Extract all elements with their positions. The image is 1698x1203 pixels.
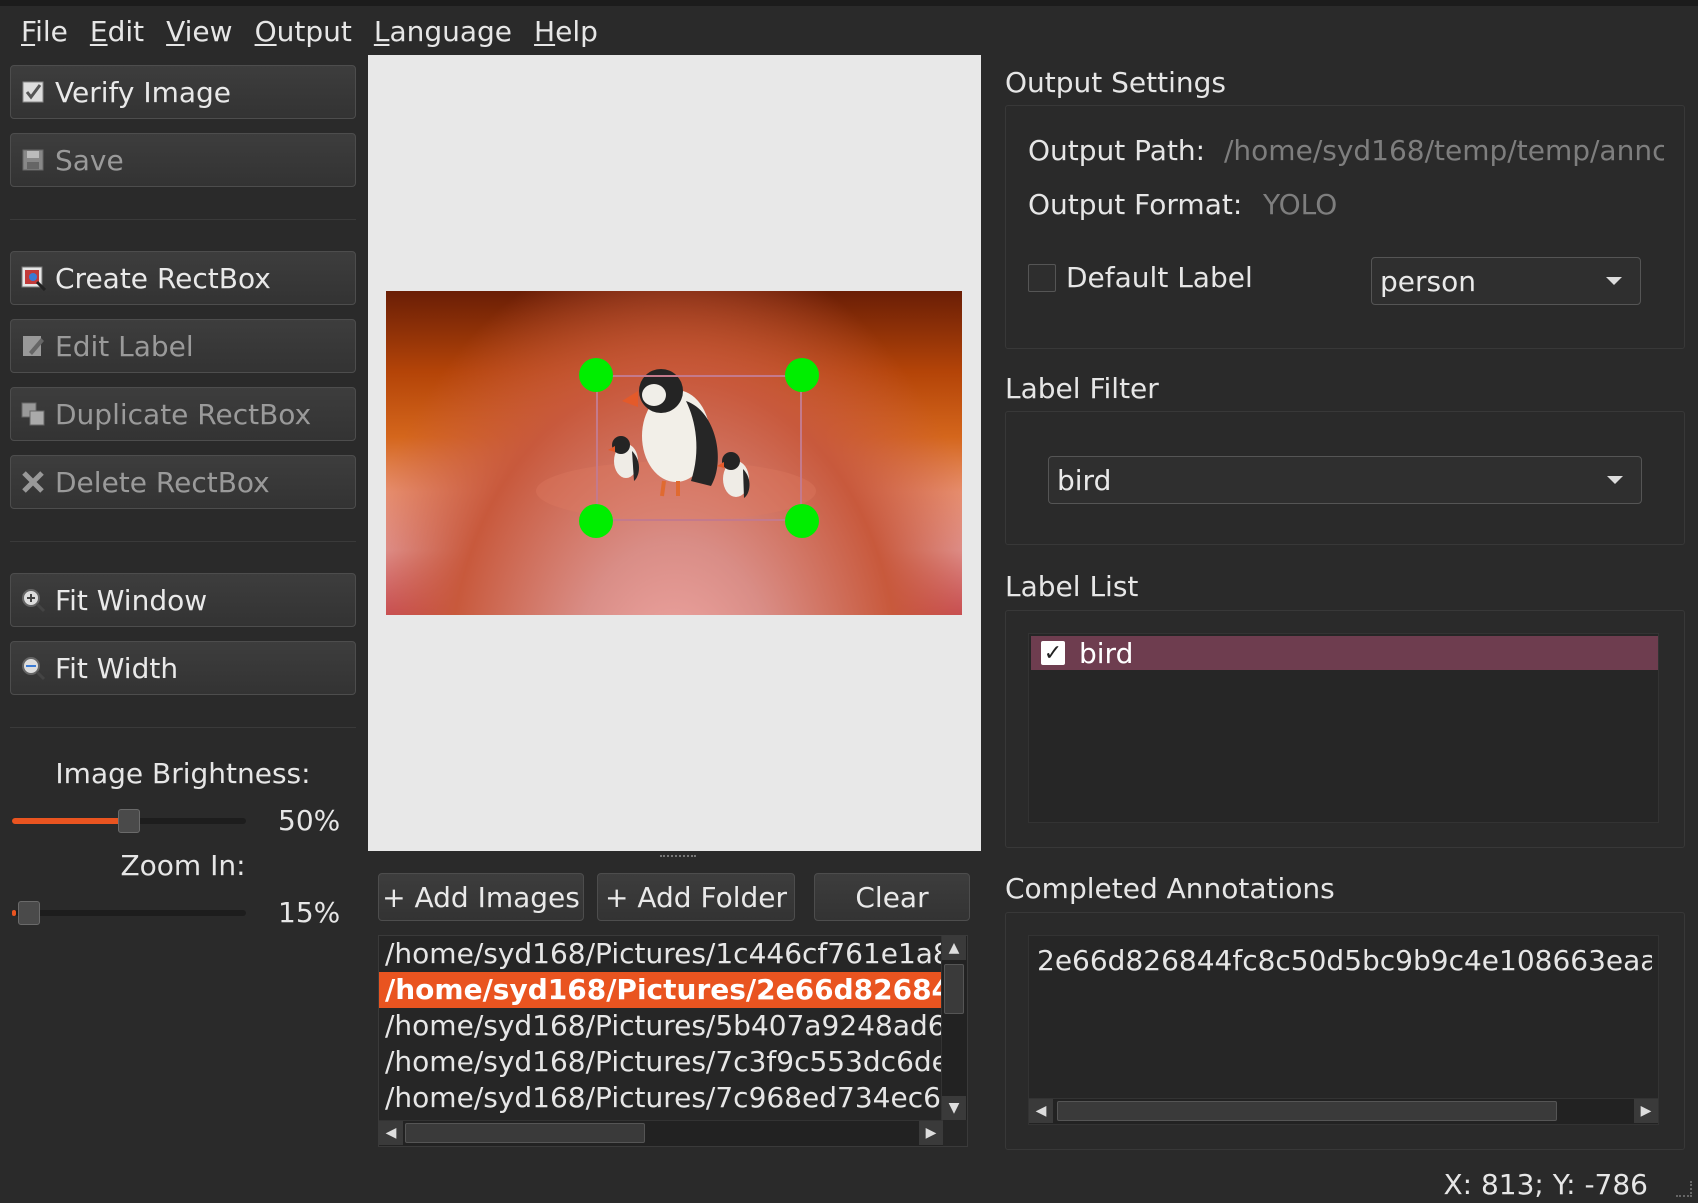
bbox-handle-bottom-left[interactable] [579,504,613,538]
zoom-value: 15% [278,896,341,929]
add-images-button[interactable]: + Add Images [378,873,584,921]
scroll-right-icon[interactable]: ▶ [919,1121,943,1145]
file-list-item[interactable]: /home/syd168/Pictures/7c3f9c553dc6de6 [379,1044,943,1080]
file-list: /home/syd168/Pictures/1c446cf761e1a8a /h… [378,935,968,1147]
menu-output[interactable]: Output [244,15,363,48]
menu-edit[interactable]: Edit [79,15,155,48]
horizontal-scroll-thumb[interactable] [1057,1101,1557,1121]
output-settings-title: Output Settings [1005,66,1227,99]
bbox-handle-top-right[interactable] [785,358,819,392]
clear-button[interactable]: Clear [814,873,970,921]
file-list-item[interactable]: /home/syd168/Pictures/5b407a9248ad6a [379,1008,943,1044]
completed-annotations-list: 2e66d826844fc8c50d5bc9b9c4e108663eaa9d ◀… [1028,935,1659,1125]
zoom-label: Zoom In: [120,849,246,882]
delete-x-icon [19,468,47,496]
zoom-slider[interactable] [12,910,246,916]
chevron-down-icon [1607,476,1623,484]
horizontal-scroll-thumb[interactable] [405,1123,645,1143]
menu-file[interactable]: File [10,15,79,48]
toolbar-separator [10,541,356,542]
bbox-handle-top-left[interactable] [579,358,613,392]
splitter-handle[interactable] [660,855,696,859]
default-label-text: Default Label [1066,261,1253,294]
brightness-label: Image Brightness: [55,757,311,790]
create-rect-icon [19,264,47,292]
duplicate-rectbox-button[interactable]: Duplicate RectBox [10,387,356,441]
scroll-up-icon[interactable]: ▲ [942,936,966,960]
label-list-item[interactable]: ✓ bird [1031,636,1658,670]
zoom-slider-fill [12,910,16,916]
brightness-slider-handle[interactable] [118,809,140,833]
checked-checkbox-icon[interactable]: ✓ [1041,641,1065,666]
output-path-label: Output Path: [1028,134,1206,167]
cursor-coordinates: X: 813; Y: -786 [1443,1168,1648,1201]
add-folder-button[interactable]: + Add Folder [597,873,795,921]
file-list-item[interactable]: /home/syd168/Pictures/7c968ed734ec60 [379,1080,943,1116]
save-button[interactable]: Save [10,133,356,187]
label-list: ✓ bird [1028,633,1659,823]
file-list-item[interactable]: /home/syd168/Pictures/1c446cf761e1a8a [379,936,943,972]
completed-annotation-item[interactable]: 2e66d826844fc8c50d5bc9b9c4e108663eaa9d [1037,944,1652,977]
output-settings-group: Output Path: /home/syd168/temp/temp/annc… [1005,105,1685,349]
bbox-handle-bottom-right[interactable] [785,504,819,538]
menu-help[interactable]: Help [523,15,609,48]
menu-bar: File Edit View Output Language Help [0,6,1698,56]
output-path-value[interactable]: /home/syd168/temp/temp/annc [1224,134,1664,167]
verify-image-button[interactable]: Verify Image [10,65,356,119]
duplicate-icon [19,400,47,428]
default-label-dropdown[interactable]: person [1371,257,1641,305]
fit-window-button[interactable]: Fit Window [10,573,356,627]
scroll-left-icon[interactable]: ◀ [1029,1099,1053,1123]
delete-rectbox-button[interactable]: Delete RectBox [10,455,356,509]
edit-label-button[interactable]: Edit Label [10,319,356,373]
label-filter-dropdown[interactable]: bird [1048,456,1642,504]
checkbox-icon [19,78,47,106]
menu-language[interactable]: Language [363,15,523,48]
file-list-item-selected[interactable]: /home/syd168/Pictures/2e66d826844fc8 [379,972,943,1008]
zoom-slider-handle[interactable] [18,901,40,925]
annotations-horizontal-scrollbar[interactable]: ◀ ▶ [1029,1098,1658,1124]
scroll-down-icon[interactable]: ▼ [942,1096,966,1120]
scroll-left-icon[interactable]: ◀ [379,1121,403,1145]
fit-width-button[interactable]: Fit Width [10,641,356,695]
toolbar-separator [10,727,356,728]
output-format-label: Output Format: [1028,188,1243,221]
bounding-box[interactable] [596,375,802,521]
brightness-slider-fill [12,818,129,824]
label-filter-group: bird [1005,411,1685,545]
label-filter-title: Label Filter [1005,372,1159,405]
brightness-value: 50% [278,804,341,837]
label-list-title: Label List [1005,570,1139,603]
menu-view[interactable]: View [155,15,243,48]
floppy-disk-icon [19,146,47,174]
zoom-fit-icon [19,586,47,614]
default-label-checkbox[interactable] [1028,264,1056,292]
toolbar-separator [10,219,356,220]
output-format-value[interactable]: YOLO [1263,188,1337,221]
chevron-down-icon [1606,277,1622,285]
resize-grip-icon[interactable] [1676,1181,1692,1197]
file-list-horizontal-scrollbar[interactable]: ◀ ▶ [379,1120,943,1146]
scroll-right-icon[interactable]: ▶ [1634,1099,1658,1123]
zoom-width-icon [19,654,47,682]
file-list-vertical-scrollbar[interactable]: ▲ ▼ [941,936,967,1120]
completed-annotations-title: Completed Annotations [1005,872,1335,905]
create-rectbox-button[interactable]: Create RectBox [10,251,356,305]
vertical-scroll-thumb[interactable] [944,964,964,1014]
edit-pencil-icon [19,332,47,360]
